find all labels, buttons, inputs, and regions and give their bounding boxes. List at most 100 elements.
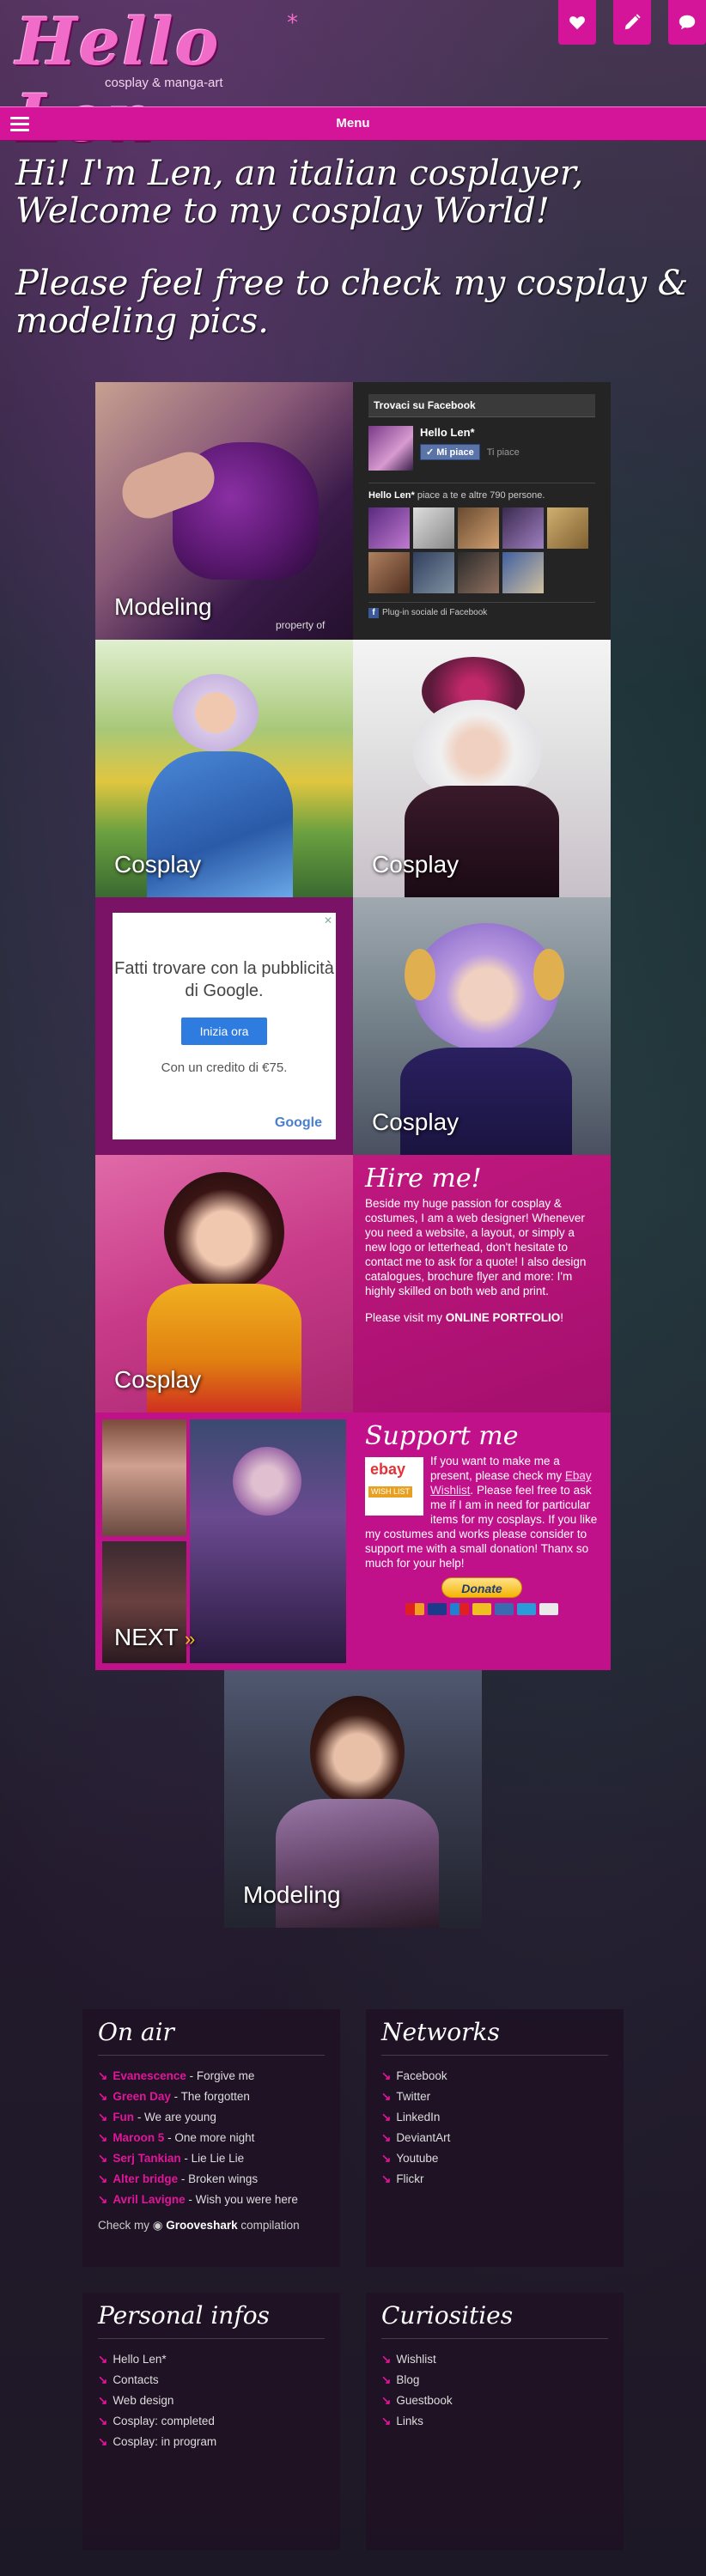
curiosities-list: ↘ Wishlist ↘ Blog ↘ Guestbook ↘ Links	[381, 2349, 608, 2432]
facebook-faces	[368, 507, 595, 593]
ebay-wishlist-logo[interactable]: ebay WISH LIST	[365, 1457, 423, 1516]
facebook-plugin-label[interactable]: f Plug-in sociale di Facebook	[368, 602, 595, 618]
fan-avatar[interactable]	[368, 552, 410, 593]
facebook-title: Trovaci su Facebook	[368, 394, 595, 417]
facebook-ti-piace: Ti piace	[486, 447, 520, 458]
arrow-icon: ↘	[381, 2111, 392, 2123]
welcome-line-2: Please feel free to check my cosplay & m…	[15, 264, 689, 341]
fan-avatar[interactable]	[413, 552, 454, 593]
playlist-item[interactable]: ↘ Maroon 5 - One more night	[98, 2128, 325, 2148]
personal-link[interactable]: ↘ Contacts	[98, 2370, 325, 2391]
grooveshark-link[interactable]: Check my ◉ Grooveshark compilation	[98, 2219, 325, 2233]
playlist-item[interactable]: ↘ Fun - We are young	[98, 2107, 325, 2128]
mastercard-icon	[405, 1603, 424, 1615]
playlist-item[interactable]: ↘ Evanescence - Forgive me	[98, 2066, 325, 2087]
tile-cosplay[interactable]: Cosplay	[353, 640, 611, 897]
support-me-panel: Support me ebay WISH LIST If you want to…	[353, 1413, 611, 1670]
card-icon	[472, 1603, 491, 1615]
hire-me-text: Beside my huge passion for cosplay & cos…	[365, 1197, 587, 1297]
playlist-item[interactable]: ↘ Alter bridge - Broken wings	[98, 2169, 325, 2190]
tile-cosplay[interactable]: Cosplay	[95, 640, 353, 897]
facebook-logo-icon: f	[368, 608, 379, 618]
personal-infos-list: ↘ Hello Len* ↘ Contacts ↘ Web design ↘ Cospl…	[98, 2349, 325, 2452]
tile-next[interactable]: NEXT »	[95, 1413, 353, 1670]
logo-subtitle: cosplay & manga-art	[105, 76, 223, 90]
personal-link[interactable]: ↘ Hello Len*	[98, 2349, 325, 2370]
site-logo[interactable]: Hello Len * cosplay & manga-art	[15, 3, 307, 156]
networks-list: ↘ Facebook ↘ Twitter ↘ LinkedIn ↘ DeviantArt…	[381, 2066, 608, 2190]
arrow-icon: ↘	[98, 2394, 108, 2407]
menu-bar[interactable]: Menu	[0, 106, 706, 141]
site-header: Hello Len * cosplay & manga-art	[0, 0, 706, 156]
tile-caption: Modeling	[243, 1881, 341, 1908]
arrow-icon: ↘	[98, 2373, 108, 2386]
personal-link[interactable]: ↘ Web design	[98, 2391, 325, 2411]
bank-icon	[539, 1603, 558, 1615]
tile-cosplay[interactable]: Cosplay	[95, 1155, 353, 1413]
arrow-icon: ↘	[381, 2172, 392, 2185]
amex-icon	[517, 1603, 536, 1615]
arrow-icon: ↘	[98, 2069, 108, 2082]
network-link-linkedin[interactable]: ↘ LinkedIn	[381, 2107, 608, 2128]
facebook-like-button[interactable]: ✓ Mi piace	[420, 444, 480, 460]
network-link-youtube[interactable]: ↘ Youtube	[381, 2148, 608, 2169]
personal-link[interactable]: ↘ Cosplay: in program	[98, 2432, 325, 2452]
card-icon	[495, 1603, 514, 1615]
advertisement-tile: ✕ Fatti trovare con la pubblicità di Goo…	[95, 897, 353, 1155]
curiosity-link[interactable]: ↘ Wishlist	[381, 2349, 608, 2370]
hire-me-panel: Hire me! Beside my huge passion for cosp…	[353, 1155, 611, 1413]
menu-label[interactable]: Menu	[0, 116, 706, 131]
tile-caption: Cosplay	[114, 851, 202, 878]
curiosities-title: Curiosities	[381, 2301, 608, 2339]
google-logo: Google	[274, 1115, 322, 1130]
fan-avatar[interactable]	[547, 507, 588, 549]
welcome-line-1: Hi! I'm Len, an italian cosplayer, Welco…	[15, 154, 584, 231]
arrow-icon: ↘	[381, 2353, 392, 2366]
arrow-icon: ↘	[98, 2353, 108, 2366]
tile-caption: Modeling	[114, 593, 212, 620]
ad-headline: Fatti trovare con la pubblicità di Googl…	[114, 959, 334, 1000]
fan-avatar[interactable]	[458, 552, 499, 593]
ad-start-button[interactable]: Inizia ora	[180, 1018, 268, 1045]
ad-close-icon[interactable]: ✕	[324, 914, 332, 927]
fan-avatar[interactable]	[502, 552, 544, 593]
portfolio-link[interactable]: ONLINE PORTFOLIO	[446, 1311, 561, 1324]
support-me-title: Support me	[365, 1421, 519, 1451]
curiosity-link[interactable]: ↘ Blog	[381, 2370, 608, 2391]
welcome-message: Hi! I'm Len, an italian cosplayer, Welco…	[15, 155, 694, 340]
arrow-icon: ↘	[381, 2394, 392, 2407]
network-link-deviantart[interactable]: ↘ DeviantArt	[381, 2128, 608, 2148]
chat-icon[interactable]	[668, 0, 706, 45]
personal-infos-box: Personal infos ↘ Hello Len* ↘ Contacts ↘ We…	[82, 2293, 340, 2550]
google-ad[interactable]: ✕ Fatti trovare con la pubblicità di Goo…	[113, 913, 336, 1139]
facebook-page[interactable]: Hello Len* ✓ Mi piace Ti piace	[368, 426, 595, 471]
playlist-item[interactable]: ↘ Green Day - The forgotten	[98, 2087, 325, 2107]
fan-avatar[interactable]	[368, 507, 410, 549]
arrow-icon: ↘	[98, 2415, 108, 2427]
fan-avatar[interactable]	[458, 507, 499, 549]
network-link-twitter[interactable]: ↘ Twitter	[381, 2087, 608, 2107]
networks-box: Networks ↘ Facebook ↘ Twitter ↘ LinkedIn ↘ D…	[366, 2009, 624, 2267]
double-chevron-icon: »	[184, 1628, 196, 1649]
facebook-page-name[interactable]: Hello Len*	[420, 426, 520, 439]
arrow-icon: ↘	[381, 2131, 392, 2144]
tile-cosplay[interactable]: Cosplay	[353, 897, 611, 1155]
fan-avatar[interactable]	[502, 507, 544, 549]
tile-modeling[interactable]: property of Modeling	[95, 382, 353, 640]
playlist-item[interactable]: ↘ Serj Tankian - Lie Lie Lie	[98, 2148, 325, 2169]
fan-avatar[interactable]	[413, 507, 454, 549]
network-link-flickr[interactable]: ↘ Flickr	[381, 2169, 608, 2190]
personal-link[interactable]: ↘ Cosplay: completed	[98, 2411, 325, 2432]
curiosity-link[interactable]: ↘ Links	[381, 2411, 608, 2432]
facebook-page-thumbnail[interactable]	[368, 426, 413, 471]
header-icons	[558, 0, 706, 45]
pencil-icon[interactable]	[613, 0, 651, 45]
network-link-facebook[interactable]: ↘ Facebook	[381, 2066, 608, 2087]
tile-modeling[interactable]: Modeling	[224, 1670, 482, 1928]
curiosity-link[interactable]: ↘ Guestbook	[381, 2391, 608, 2411]
playlist-item[interactable]: ↘ Avril Lavigne - Wish you were here	[98, 2190, 325, 2210]
donate-button[interactable]: Donate	[441, 1577, 522, 1598]
heart-icon[interactable]	[558, 0, 596, 45]
next-link[interactable]: NEXT »	[114, 1624, 195, 1651]
payment-cards	[365, 1603, 599, 1615]
